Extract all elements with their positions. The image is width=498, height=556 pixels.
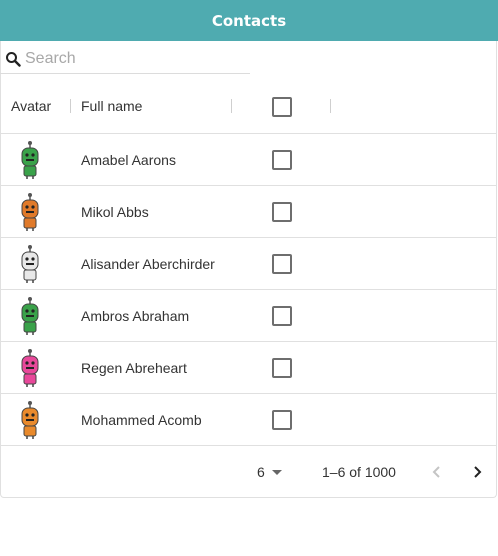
app-header: Contacts xyxy=(0,0,498,41)
column-separator[interactable] xyxy=(231,99,232,113)
row-checkbox[interactable] xyxy=(272,410,292,430)
column-header-avatar: Avatar xyxy=(11,98,52,114)
row-checkbox[interactable] xyxy=(272,254,292,274)
avatar xyxy=(15,348,45,388)
table-footer: 6 1–6 of 1000 xyxy=(0,446,497,498)
pagination-range: 1–6 of 1000 xyxy=(322,464,396,480)
avatar xyxy=(15,140,45,180)
robot-avatar-icon xyxy=(21,401,39,439)
row-checkbox[interactable] xyxy=(272,202,292,222)
robot-avatar-icon xyxy=(21,141,39,179)
avatar xyxy=(15,244,45,284)
column-header-full-name[interactable]: Full name xyxy=(81,78,142,134)
table-row[interactable]: Ambros Abraham xyxy=(0,290,497,342)
table-row[interactable]: Alisander Aberchirder xyxy=(0,238,497,290)
chevron-right-icon[interactable] xyxy=(465,460,489,484)
table-row[interactable]: Mikol Abbs xyxy=(0,186,497,238)
robot-avatar-icon xyxy=(21,297,39,335)
row-checkbox[interactable] xyxy=(272,358,292,378)
column-separator[interactable] xyxy=(330,99,331,113)
search-bar[interactable] xyxy=(0,44,250,74)
contact-full-name: Mohammed Acomb xyxy=(81,412,202,428)
avatar xyxy=(15,192,45,232)
chevron-left-icon[interactable] xyxy=(425,460,449,484)
avatar xyxy=(15,296,45,336)
table-row[interactable]: Mohammed Acomb xyxy=(0,394,497,446)
contact-full-name: Alisander Aberchirder xyxy=(81,256,215,272)
row-checkbox[interactable] xyxy=(272,150,292,170)
robot-avatar-icon xyxy=(21,193,39,231)
rows-per-page-select[interactable]: 6 xyxy=(257,446,282,498)
table-row[interactable]: Regen Abreheart xyxy=(0,342,497,394)
avatar xyxy=(15,400,45,440)
select-all-checkbox[interactable] xyxy=(272,97,292,117)
table-row[interactable]: Amabel Aarons xyxy=(0,134,497,186)
table-header: Avatar Full name xyxy=(0,78,497,134)
search-icon xyxy=(2,48,24,70)
contact-full-name: Ambros Abraham xyxy=(81,308,190,324)
rows-per-page-value: 6 xyxy=(257,464,265,480)
app-title: Contacts xyxy=(211,11,287,30)
row-checkbox[interactable] xyxy=(272,306,292,326)
search-input[interactable] xyxy=(24,49,235,68)
caret-down-icon xyxy=(271,469,282,475)
contact-full-name: Amabel Aarons xyxy=(81,152,176,168)
contact-full-name: Regen Abreheart xyxy=(81,360,187,376)
robot-avatar-icon xyxy=(21,349,39,387)
robot-avatar-icon xyxy=(21,245,39,283)
column-separator[interactable] xyxy=(70,99,71,113)
contact-full-name: Mikol Abbs xyxy=(81,204,149,220)
